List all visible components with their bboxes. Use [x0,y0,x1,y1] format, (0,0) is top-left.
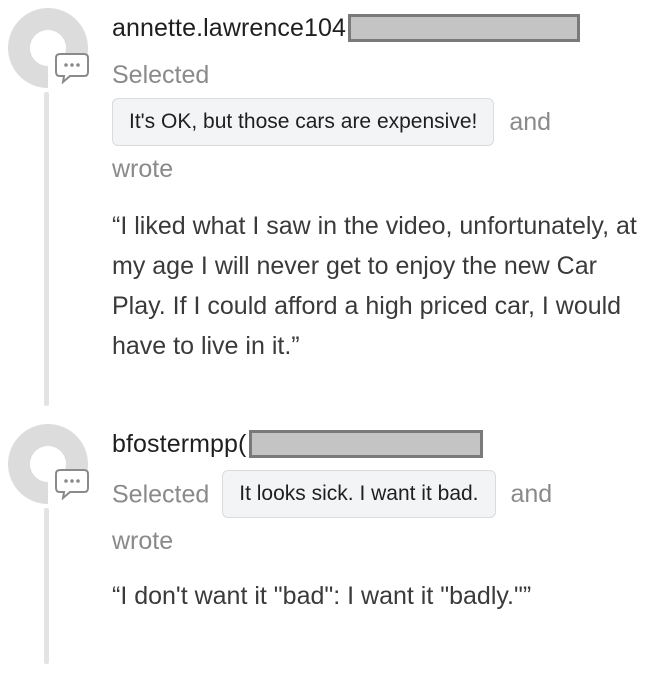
comment-quote: “I don't want it "bad": I want it "badly… [112,582,532,611]
and-label: and [509,108,552,137]
comment-content: bfostermpp( Selected It looks sick. I wa… [112,424,644,616]
username-row: annette.lawrence104 [112,8,644,48]
username-row: bfostermpp( [112,424,644,464]
comment-bubble-icon [54,52,90,85]
comment-content: annette.lawrence104 Selected It's OK, bu… [112,8,644,366]
selected-choice-chip: It looks sick. I want it bad. [222,470,496,519]
comment-entry: annette.lawrence104 Selected It's OK, bu… [0,0,652,408]
thread-line [44,92,49,406]
selection-line: Selected It looks sick. I want it bad. a… [112,470,644,564]
username[interactable]: bfostermpp( [112,430,247,459]
comment-entry: bfostermpp( Selected It looks sick. I wa… [0,418,652,678]
comment-quote: “I liked what I saw in the video, unfort… [112,212,637,361]
selected-choice-chip: It's OK, but those cars are expensive! [112,98,495,147]
username[interactable]: annette.lawrence104 [112,14,346,43]
selected-label: Selected [112,480,210,509]
thread-line [44,508,49,664]
comment-bubble-icon [54,468,90,501]
selected-label: Selected [112,61,210,89]
redacted-block [248,430,483,458]
selection-line: Selected It's OK, but those cars are exp… [112,52,644,192]
and-label: and [510,480,553,509]
wrote-label: wrote [112,527,174,556]
redacted-block [348,14,581,42]
wrote-label: wrote [112,155,174,184]
